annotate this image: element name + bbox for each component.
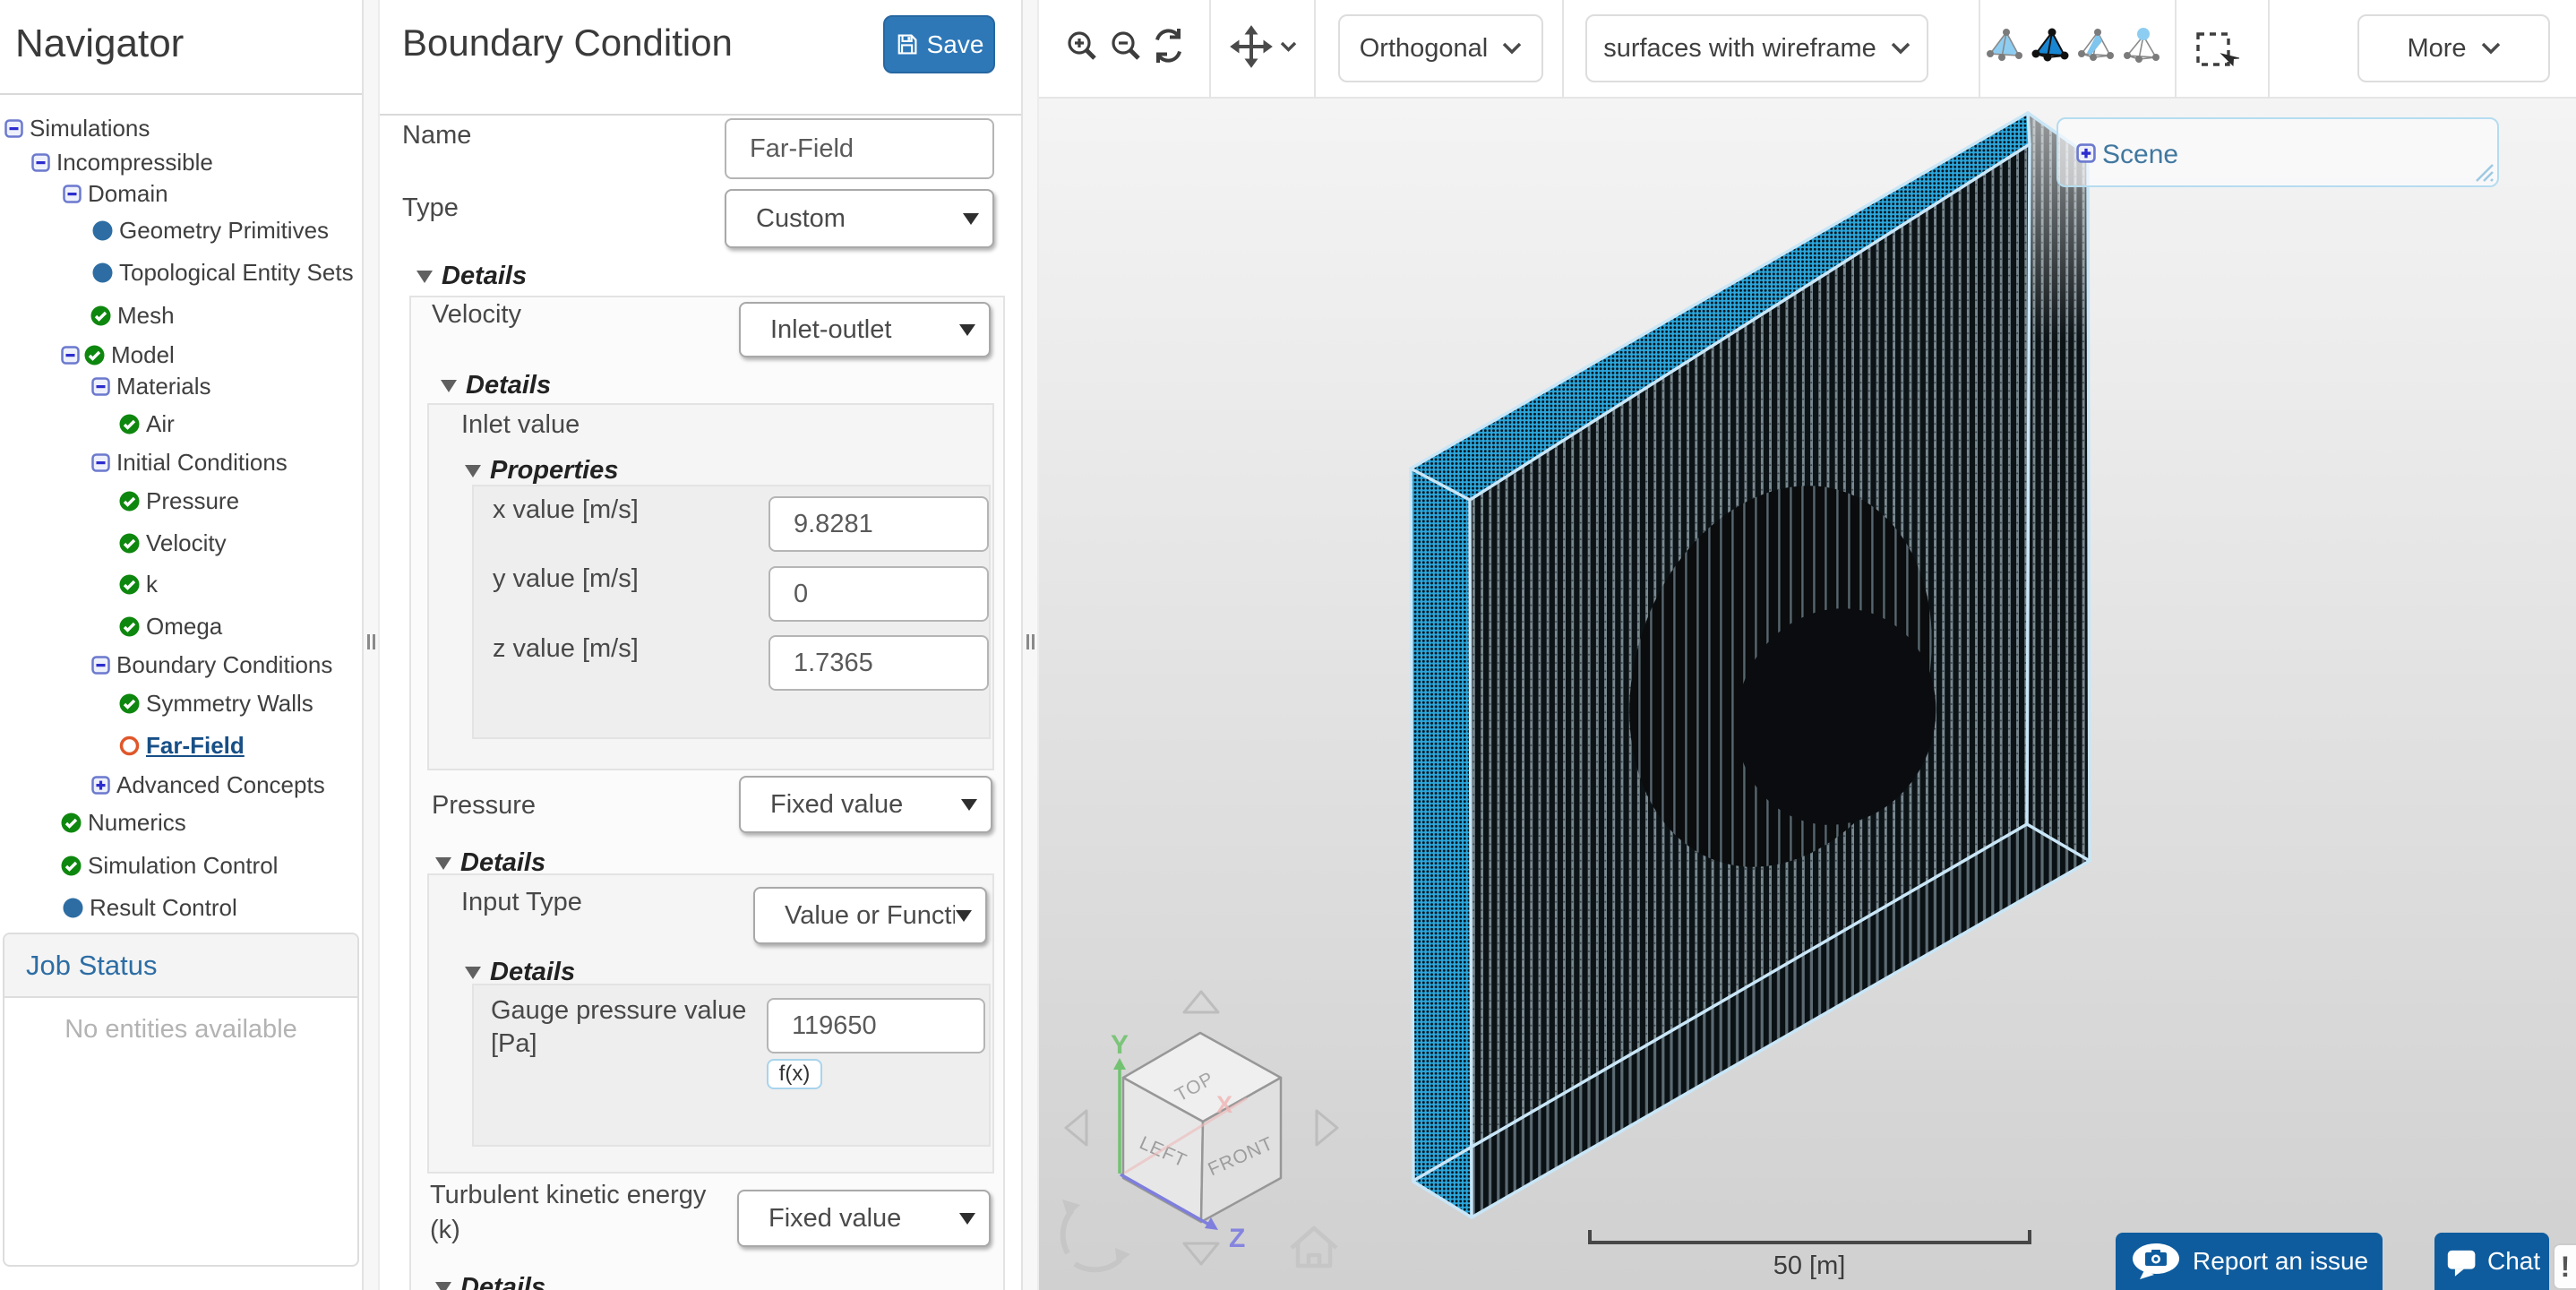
svg-text:X: X — [1216, 1091, 1232, 1118]
svg-text:Y: Y — [1111, 1030, 1129, 1060]
svg-text:50 [m]: 50 [m] — [1773, 1251, 1846, 1280]
svg-text:Z: Z — [1229, 1224, 1245, 1253]
